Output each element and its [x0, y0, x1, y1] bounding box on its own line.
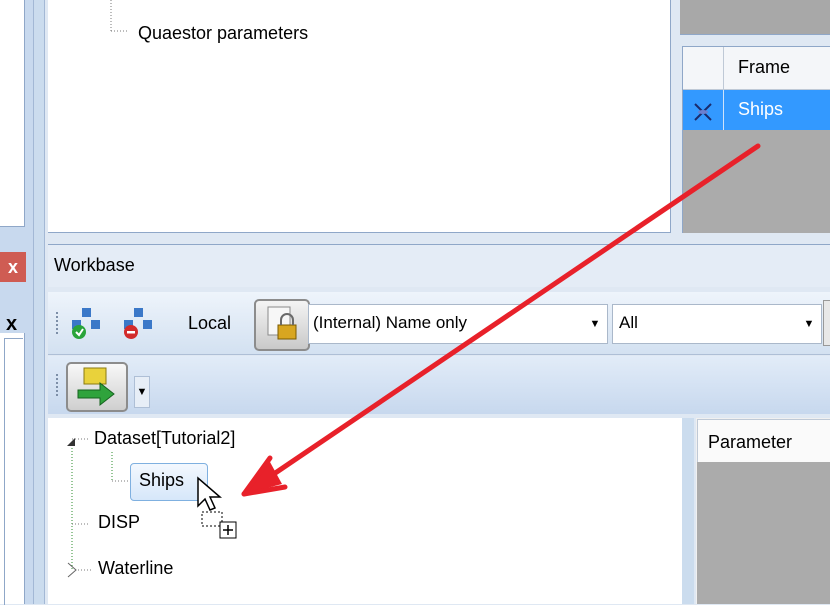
annotation-arrow: [241, 143, 761, 497]
